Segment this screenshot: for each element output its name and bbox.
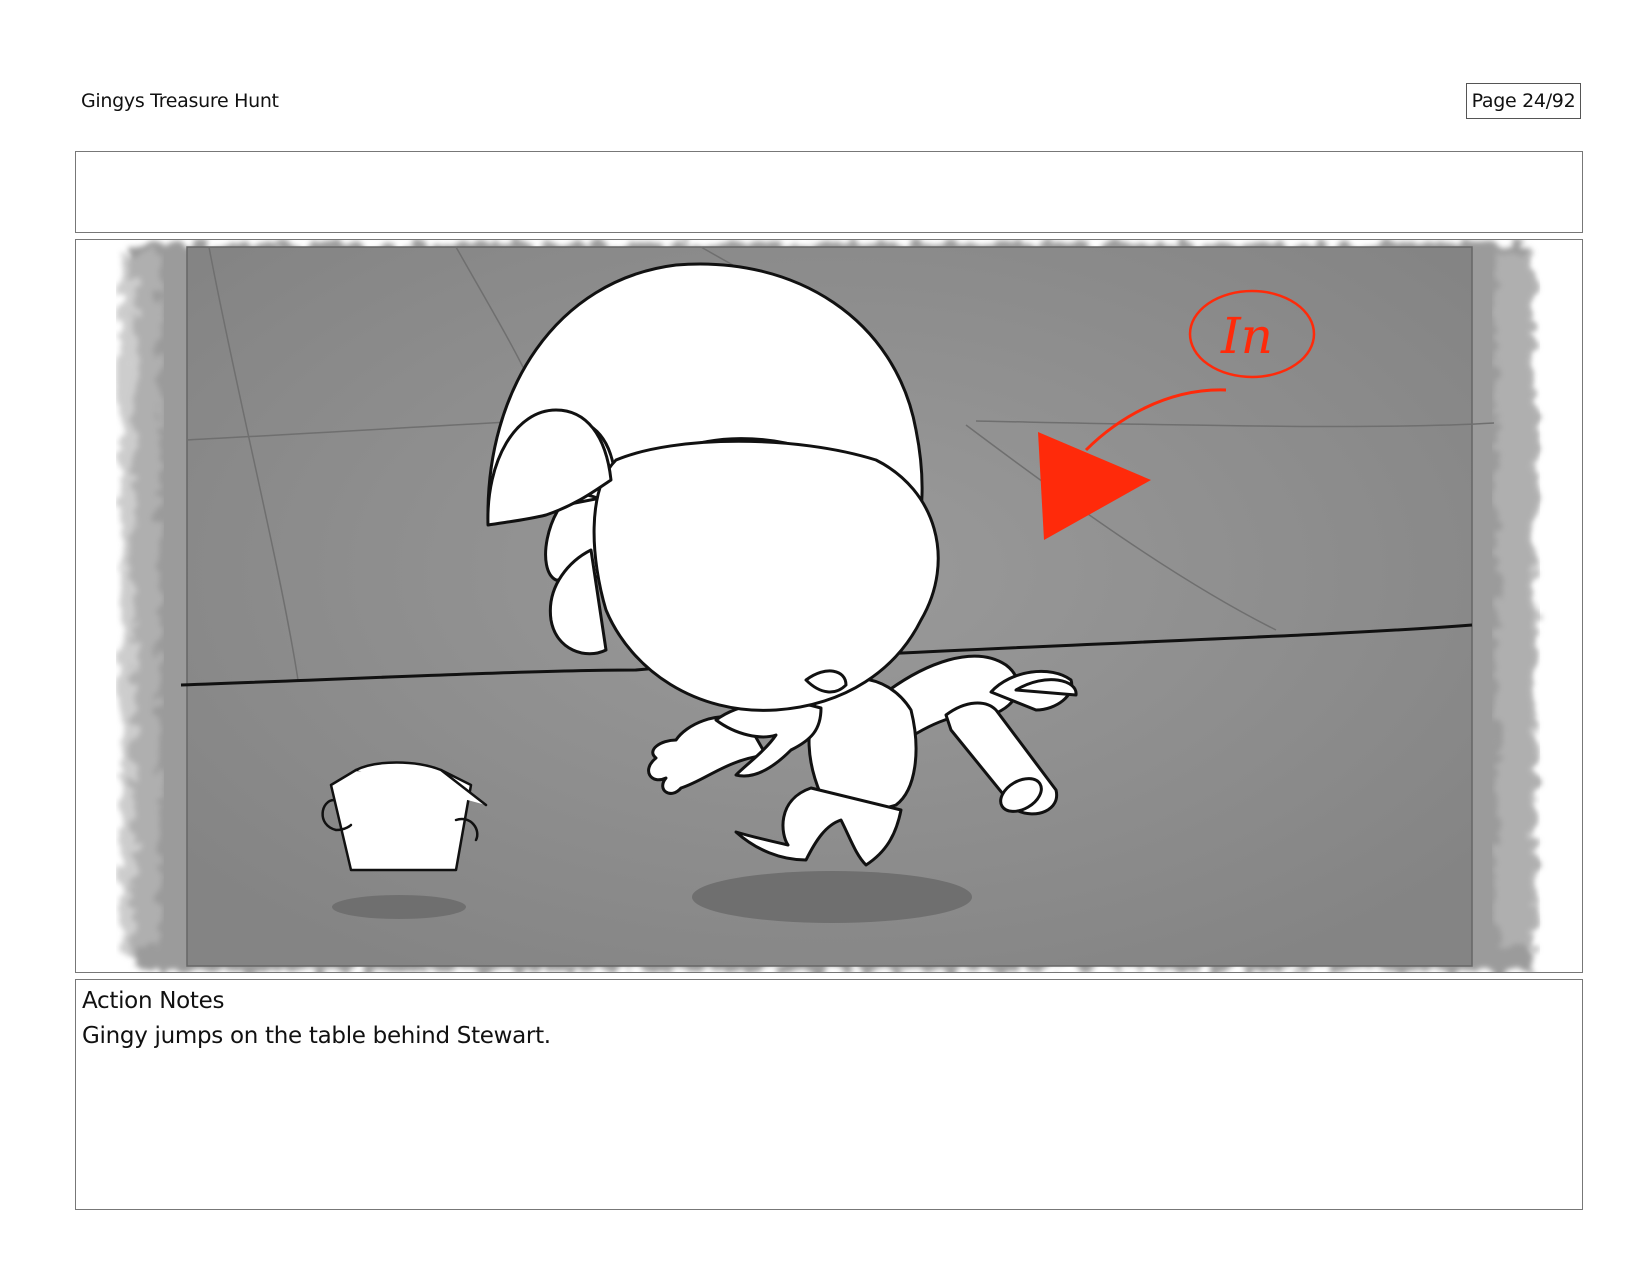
action-notes-heading: Action Notes <box>82 988 225 1014</box>
annotation-label: In <box>1220 307 1273 365</box>
box-shadow <box>332 895 466 919</box>
storyboard-frame: In <box>75 239 1583 973</box>
character-shadow <box>692 871 972 923</box>
storyboard-sketch-image: In <box>120 244 1536 970</box>
page-number: Page 24/92 <box>1466 83 1581 119</box>
action-notes-text: Gingy jumps on the table behind Stewart. <box>82 1023 551 1049</box>
document-title: Gingys Treasure Hunt <box>81 90 279 112</box>
dialogue-box <box>75 151 1583 233</box>
action-notes-box: Action Notes Gingy jumps on the table be… <box>75 979 1583 1210</box>
